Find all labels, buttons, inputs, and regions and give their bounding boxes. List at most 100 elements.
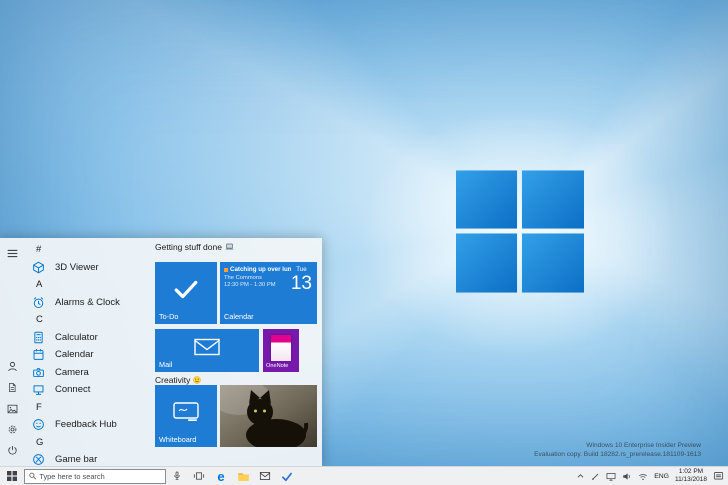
group-title: Getting stuff done xyxy=(155,242,222,252)
whiteboard-icon xyxy=(173,401,199,421)
search-icon xyxy=(29,472,37,480)
tray-time: 1:02 PM xyxy=(678,467,704,475)
calendar-icon xyxy=(32,348,45,361)
edge-icon: e xyxy=(217,468,225,484)
app-list-header-a[interactable]: A xyxy=(24,276,152,294)
documents-button[interactable] xyxy=(4,381,20,394)
tile-area: Getting stuff done To-Do Catching up ove… xyxy=(152,238,320,466)
watermark-line2: Evaluation copy. Build 18282.rs_prerelea… xyxy=(534,451,701,459)
game-bar-icon xyxy=(32,453,45,466)
task-view-icon xyxy=(193,472,205,480)
camera-icon xyxy=(32,366,45,379)
start-rail xyxy=(0,238,24,466)
event-emoji-icon xyxy=(224,267,228,272)
watermark: Windows 10 Enterprise Insider Preview Ev… xyxy=(534,441,701,460)
laptop-emoji-icon xyxy=(225,243,234,250)
language-indicator[interactable]: ENG xyxy=(654,473,669,480)
tile-onenote[interactable]: OneNote xyxy=(263,329,299,372)
mail-icon xyxy=(259,472,271,480)
app-list-item-3d-viewer[interactable]: 3D Viewer xyxy=(24,259,152,277)
task-view-button[interactable] xyxy=(188,467,210,485)
taskbar: e xyxy=(0,466,728,485)
action-center-button[interactable] xyxy=(713,471,724,481)
tile-group-getting-stuff-done[interactable]: Getting stuff done xyxy=(155,242,234,252)
tile-mail[interactable]: Mail xyxy=(155,329,259,372)
tile-group-creativity[interactable]: Creativity xyxy=(155,375,202,385)
network-tray-button[interactable] xyxy=(638,472,648,481)
pictures-button[interactable] xyxy=(4,402,20,415)
app-label: Feedback Hub xyxy=(55,419,117,431)
tile-photos-cat[interactable] xyxy=(220,385,317,447)
tile-label: OneNote xyxy=(266,363,289,369)
3d-viewer-icon xyxy=(32,261,45,274)
app-label: Connect xyxy=(55,384,91,396)
edge-taskbar-button[interactable]: e xyxy=(210,467,232,485)
calculator-icon xyxy=(32,331,45,344)
app-list-header-label: A xyxy=(36,279,43,291)
settings-button[interactable] xyxy=(4,423,20,436)
app-list: # 3D Viewer A Alarms & Clock C Calculato… xyxy=(24,238,152,466)
search-input[interactable] xyxy=(39,471,161,481)
app-list-item-feedback-hub[interactable]: Feedback Hub xyxy=(24,416,152,434)
app-list-header-label: C xyxy=(36,314,43,326)
smiley-emoji-icon xyxy=(193,376,202,384)
app-label: Calendar xyxy=(55,349,94,361)
tile-calendar[interactable]: Catching up over lunch The Commons 12:30… xyxy=(220,262,317,324)
app-list-header-c[interactable]: C xyxy=(24,311,152,329)
taskbar-search[interactable] xyxy=(24,468,166,484)
todo-check-icon xyxy=(174,280,198,298)
file-explorer-taskbar-button[interactable] xyxy=(232,467,254,485)
app-label: Camera xyxy=(55,366,89,378)
event-time: 12:30 PM - 1:30 PM xyxy=(224,282,276,288)
pen-icon xyxy=(592,473,599,480)
app-list-header-g[interactable]: G xyxy=(24,434,152,452)
display-tray-button[interactable] xyxy=(606,472,616,481)
speaker-icon xyxy=(623,472,630,480)
calendar-event: Catching up over lunch The Commons 12:30… xyxy=(224,266,291,288)
onenote-screenshot xyxy=(271,334,291,361)
app-list-item-calculator[interactable]: Calculator xyxy=(24,329,152,347)
cat-photo xyxy=(220,385,317,447)
microphone-icon xyxy=(174,471,180,481)
display-icon xyxy=(606,472,616,481)
app-label: Alarms & Clock xyxy=(55,296,120,308)
expand-menu-button[interactable] xyxy=(4,247,20,260)
tile-whiteboard[interactable]: Whiteboard xyxy=(155,385,217,447)
app-list-item-game-bar[interactable]: Game bar xyxy=(24,451,152,466)
power-icon xyxy=(7,446,17,455)
power-button[interactable] xyxy=(4,444,20,457)
mail-taskbar-button[interactable] xyxy=(254,467,276,485)
app-list-header-label: G xyxy=(36,436,44,448)
cortana-mic-button[interactable] xyxy=(166,467,188,485)
tile-label: Calendar xyxy=(224,312,254,321)
calendar-date: Tue 13 xyxy=(291,266,312,293)
todo-taskbar-button[interactable] xyxy=(276,467,298,485)
clock[interactable]: 1:02 PM 11/13/2018 xyxy=(675,468,707,484)
tile-label: Mail xyxy=(159,360,173,369)
app-list-item-camera[interactable]: Camera xyxy=(24,364,152,382)
app-list-header-label: F xyxy=(36,401,42,413)
gear-icon xyxy=(8,425,16,434)
start-menu: # 3D Viewer A Alarms & Clock C Calculato… xyxy=(0,238,322,466)
hidden-icons-button[interactable] xyxy=(576,472,585,480)
app-list-item-calendar[interactable]: Calendar xyxy=(24,346,152,364)
app-list-header-f[interactable]: F xyxy=(24,399,152,417)
mail-envelope-icon xyxy=(194,339,220,356)
wifi-icon xyxy=(639,473,648,480)
app-label: 3D Viewer xyxy=(55,261,99,273)
chevron-up-icon xyxy=(577,474,584,478)
connect-icon xyxy=(32,383,45,396)
document-icon xyxy=(9,383,16,392)
tile-todo[interactable]: To-Do xyxy=(155,262,217,324)
volume-tray-button[interactable] xyxy=(622,472,632,481)
pen-tray-button[interactable] xyxy=(591,472,600,481)
user-account-button[interactable] xyxy=(4,360,20,373)
tile-label: Whiteboard xyxy=(159,435,197,444)
user-icon xyxy=(7,361,17,372)
app-list-item-alarms-clock[interactable]: Alarms & Clock xyxy=(24,294,152,312)
app-list-header-hash[interactable]: # xyxy=(24,241,152,259)
start-button[interactable] xyxy=(0,467,24,485)
todo-check-icon xyxy=(282,472,292,481)
calendar-weekday: Tue xyxy=(296,266,307,273)
app-list-item-connect[interactable]: Connect xyxy=(24,381,152,399)
